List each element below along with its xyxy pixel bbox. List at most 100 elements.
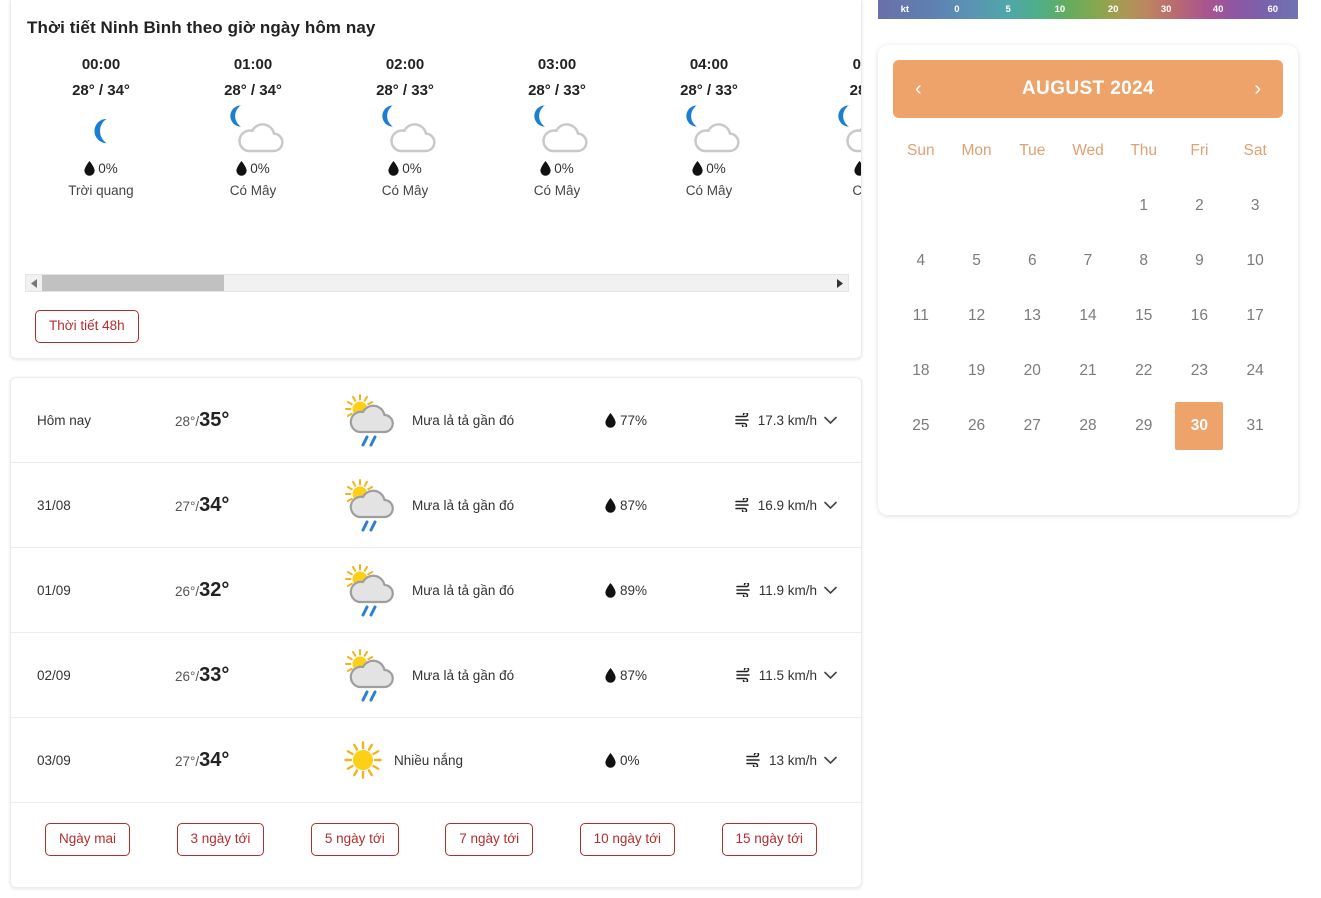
hourly-item: 00:00 28° / 34° 0% Trời quang [25,56,177,198]
hourly-item: 02:00 28° / 33° 0% Có Mây [329,56,481,198]
wind-icon [746,753,760,767]
daily-condition-text: Mưa lả tả gần đó [412,412,515,428]
daily-expand-chevron-icon[interactable] [824,671,837,680]
chevron-down-icon [824,586,837,594]
calendar-day-label: 16 [1190,306,1209,324]
range-button-4[interactable]: 7 ngày tới [445,823,534,856]
daily-row[interactable]: 01/09 26°/32° Mưa lả tả gần đó 89% 11.9 km/h [11,548,861,633]
hourly-description: Có Mây [685,183,733,198]
hourly-temp: 28° / 33° [528,82,586,99]
cloud-icon [694,123,740,153]
daily-row[interactable]: 31/08 27°/34° Mưa lả tả gần đó 87% 16.9 km/h [11,463,861,548]
daily-date: 31/08 [37,497,71,513]
calendar-day[interactable]: 5 [949,233,1005,288]
scrollbar-track[interactable] [42,275,832,291]
daily-wind: 17.3 km/h [725,413,847,428]
daily-expand-chevron-icon[interactable] [824,501,837,510]
daily-temp: 28°/35° [175,408,230,431]
scalebar-tick: 40 [1212,4,1224,15]
calendar-next-month-icon[interactable]: › [1254,79,1261,99]
calendar-day-label: 28 [1079,416,1097,434]
range-button-2[interactable]: 3 ngày tới [176,823,265,856]
daily-expand-chevron-icon[interactable] [824,756,837,765]
hourly-time: 03:00 [537,56,577,73]
daily-wind: 11.5 km/h [725,668,847,683]
calendar-day[interactable]: 24 [1227,343,1283,398]
calendar-day[interactable]: 7 [1060,233,1116,288]
calendar-day[interactable]: 2 [1172,178,1228,233]
range-button-1[interactable]: Ngày mai [45,823,131,856]
range-button-6[interactable]: 15 ngày tới [721,823,817,856]
scrollbar-thumb[interactable] [42,275,224,291]
calendar-day[interactable]: 20 [1004,343,1060,398]
calendar-day-label: 8 [1139,251,1149,269]
calendar-day[interactable]: 15 [1116,288,1172,343]
calendar-day[interactable]: 13 [1004,288,1060,343]
calendar-day[interactable]: 16 [1172,288,1228,343]
calendar-day-label: 17 [1246,306,1264,324]
daily-row[interactable]: 02/09 26°/33° Mưa lả tả gần đó 87% 11.5 km/h [11,633,861,718]
calendar-day[interactable]: 6 [1004,233,1060,288]
calendar-day[interactable]: 25 [893,398,949,453]
calendar-day[interactable]: 10 [1227,233,1283,288]
calendar-day[interactable]: 27 [1004,398,1060,453]
calendar-day[interactable]: 28 [1060,398,1116,453]
calendar-day[interactable]: 11 [893,288,949,343]
chevron-down-icon [824,671,837,679]
daily-condition: Nhiều nắng [340,737,605,783]
hourly-weather-icon [177,103,329,159]
calendar-day[interactable]: 31 [1227,398,1283,453]
calendar-day[interactable]: 22 [1116,343,1172,398]
calendar-day[interactable]: 29 [1116,398,1172,453]
calendar-day[interactable]: 1 [1116,178,1172,233]
moon-cloud-icon [525,103,589,159]
daily-wind: 16.9 km/h [725,498,847,513]
range-button-3[interactable]: 5 ngày tới [310,823,399,856]
calendar-day[interactable]: 8 [1116,233,1172,288]
calendar-day[interactable]: 3 [1227,178,1283,233]
daily-forecast-card: Hôm nay 28°/35° Mưa lả tả gần đó 77% 17.3 km… [10,377,862,888]
daily-date: 02/09 [37,667,71,683]
calendar-day[interactable]: 19 [949,343,1005,398]
calendar-day[interactable]: 18 [893,343,949,398]
range-button-5[interactable]: 10 ngày tới [579,823,676,856]
raindrop-icon [605,412,616,428]
calendar-day-label: 18 [912,361,930,379]
hourly-scroll-viewport[interactable]: 00:00 28° / 34° 0% Trời quang 01:00 28° / 34°… [11,56,861,231]
daily-row[interactable]: 03/09 27°/34° Nhiều nắng 0% 13 km/h [11,718,861,803]
scroll-left-arrow-icon[interactable] [26,275,42,291]
moon-cloud-icon [677,103,741,159]
calendar-weekday: Wed [1072,142,1104,159]
scroll-right-arrow-icon[interactable] [832,275,848,291]
scalebar-tick: 0 [954,4,960,15]
calendar-day-today[interactable]: 30 [1172,398,1228,453]
daily-expand-chevron-icon[interactable] [824,586,837,595]
calendar-day[interactable]: 9 [1172,233,1228,288]
weather-48h-button[interactable]: Thời tiết 48h [35,310,139,343]
calendar-weekday: Tue [1019,142,1046,159]
sun-cloud-rain-icon [345,649,394,702]
daily-expand-chevron-icon[interactable] [824,416,837,425]
hourly-precip: 0% [481,161,633,176]
wind-icon [734,413,749,427]
calendar-day[interactable]: 4 [893,233,949,288]
calendar-day-label: 27 [1023,416,1041,434]
raindrop-icon [236,161,247,176]
wind-scale-bar: kt 0 5 10 20 30 40 60 [878,0,1298,19]
hourly-items: 00:00 28° / 34° 0% Trời quang 01:00 28° / 34°… [11,56,861,198]
calendar-day[interactable]: 23 [1172,343,1228,398]
calendar-prev-month-icon[interactable]: ‹ [915,79,922,99]
hourly-scrollbar[interactable] [25,274,849,292]
daily-date: 01/09 [37,582,71,598]
hourly-description: Có Mây [381,183,429,198]
calendar-day[interactable]: 17 [1227,288,1283,343]
calendar-day[interactable]: 21 [1060,343,1116,398]
hourly-weather-icon [25,103,177,159]
calendar-weekday: Mon [961,142,992,159]
hourly-item: 01:00 28° / 34° 0% Có Mây [177,56,329,198]
daily-row[interactable]: Hôm nay 28°/35° Mưa lả tả gần đó 77% 17.3 km… [11,378,861,463]
calendar-day[interactable]: 26 [949,398,1005,453]
moon-cloud-icon [829,103,861,159]
calendar-day[interactable]: 12 [949,288,1005,343]
calendar-day[interactable]: 14 [1060,288,1116,343]
